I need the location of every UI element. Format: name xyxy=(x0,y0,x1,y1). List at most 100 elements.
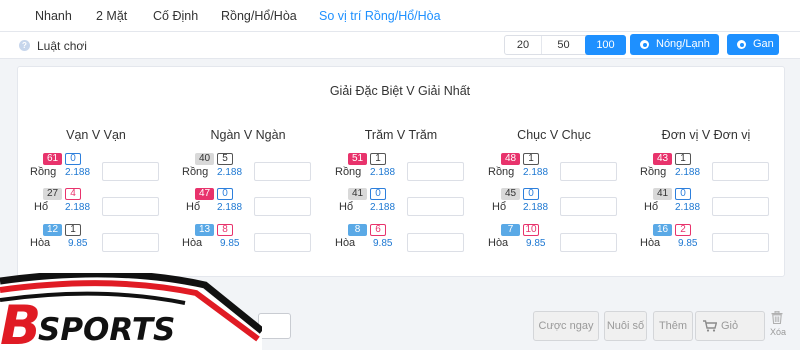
column-title: Trăm V Trăm xyxy=(364,128,438,142)
radio-icon xyxy=(737,40,746,49)
tab-rong-ho-hoa[interactable]: Rồng/Hổ/Hòa xyxy=(221,9,297,23)
count-badge: 40 xyxy=(195,153,214,165)
gan-label: Gan xyxy=(753,38,774,50)
bet-amount-input[interactable] xyxy=(407,233,464,252)
odds-value: 9.85 xyxy=(678,238,698,249)
odds-value: 9.85 xyxy=(68,238,88,249)
multiplier-input[interactable] xyxy=(258,313,291,339)
odds-value: 9.85 xyxy=(373,238,393,249)
bet-name: Hổ xyxy=(339,201,354,213)
count-badge: 13 xyxy=(195,224,214,236)
streak-badge: 1 xyxy=(65,224,81,236)
bet-name: Rồng xyxy=(30,166,57,178)
count-badge: 8 xyxy=(348,224,367,236)
count-badge: 16 xyxy=(653,224,672,236)
bet-amount-input[interactable] xyxy=(712,233,769,252)
count-badge: 47 xyxy=(195,188,214,200)
streak-badge: 1 xyxy=(523,153,539,165)
odds-value: 2.188 xyxy=(65,167,91,178)
odds-value: 2.188 xyxy=(217,202,243,213)
odds-value: 9.85 xyxy=(220,238,240,249)
bet-name: Rồng xyxy=(640,166,667,178)
tab-2-mat[interactable]: 2 Mặt xyxy=(96,9,127,23)
bet-amount-input[interactable] xyxy=(254,233,311,252)
tab-co-dinh[interactable]: Cố Định xyxy=(153,9,198,23)
odds-value: 2.188 xyxy=(65,202,91,213)
radio-icon xyxy=(640,40,649,49)
bet-name: Hổ xyxy=(644,201,659,213)
rules-link[interactable]: Luật chơi xyxy=(37,39,87,53)
count-badge: 27 xyxy=(43,188,62,200)
streak-badge: 0 xyxy=(675,188,691,200)
cart-icon xyxy=(703,320,717,332)
trash-icon[interactable] xyxy=(771,311,783,324)
tab-so-vi-tri[interactable]: So vị trí Rồng/Hổ/Hòa xyxy=(319,9,441,23)
bet-now-button[interactable]: Cược ngay xyxy=(533,311,599,341)
bet-amount-input[interactable] xyxy=(407,162,464,181)
streak-badge: 10 xyxy=(523,224,539,236)
bet-amount-input[interactable] xyxy=(102,233,159,252)
column-title: Vạn V Vạn xyxy=(66,128,126,142)
streak-badge: 0 xyxy=(370,188,386,200)
amount-20[interactable]: 20 xyxy=(505,36,541,54)
tab-nhanh[interactable]: Nhanh xyxy=(35,9,72,23)
amount-50[interactable]: 50 xyxy=(542,36,585,54)
count-badge: 12 xyxy=(43,224,62,236)
odds-value: 2.188 xyxy=(370,202,396,213)
add-to-cart-button[interactable]: Thêm xyxy=(653,311,693,341)
odds-value: 2.188 xyxy=(217,167,243,178)
count-badge: 41 xyxy=(653,188,672,200)
odds-value: 2.188 xyxy=(523,202,549,213)
bet-amount-input[interactable] xyxy=(712,162,769,181)
bet-amount-input[interactable] xyxy=(560,197,617,216)
amount-100[interactable]: 100 xyxy=(585,35,626,55)
help-icon[interactable]: ? xyxy=(19,40,30,51)
odds-value: 2.188 xyxy=(370,167,396,178)
streak-badge: 6 xyxy=(370,224,386,236)
bet-amount-input[interactable] xyxy=(712,197,769,216)
streak-badge: 0 xyxy=(65,153,81,165)
streak-badge: 4 xyxy=(65,188,81,200)
odds-value: 2.188 xyxy=(523,167,549,178)
streak-badge: 0 xyxy=(523,188,539,200)
streak-badge: 5 xyxy=(217,153,233,165)
bet-name: Hổ xyxy=(34,201,49,213)
hot-cold-button[interactable]: Nóng/Lạnh xyxy=(630,34,719,55)
bet-amount-input[interactable] xyxy=(254,197,311,216)
logo-b: B xyxy=(0,294,41,350)
streak-badge: 0 xyxy=(217,188,233,200)
odds-value: 2.188 xyxy=(675,167,701,178)
panel-title: Giải Đặc Biệt V Giải Nhất xyxy=(329,84,471,98)
bet-name: Hổ xyxy=(492,201,507,213)
column-title: Đơn vị V Đơn vị xyxy=(661,128,751,142)
bet-amount-input[interactable] xyxy=(102,197,159,216)
bet-name: Hòa xyxy=(30,237,51,249)
count-badge: 51 xyxy=(348,153,367,165)
streak-badge: 2 xyxy=(675,224,691,236)
bet-amount-input[interactable] xyxy=(560,162,617,181)
count-badge: 61 xyxy=(43,153,62,165)
bet-name: Hổ xyxy=(186,201,201,213)
streak-badge: 8 xyxy=(217,224,233,236)
bet-name: Rồng xyxy=(182,166,209,178)
bet-name: Hòa xyxy=(182,237,203,249)
streak-badge: 1 xyxy=(370,153,386,165)
bet-amount-input[interactable] xyxy=(102,162,159,181)
bet-name: Rồng xyxy=(335,166,362,178)
odds-value: 2.188 xyxy=(675,202,701,213)
count-badge: 48 xyxy=(501,153,520,165)
delete-label: Xóa xyxy=(770,327,787,337)
count-badge: 41 xyxy=(348,188,367,200)
count-badge: 45 xyxy=(501,188,520,200)
bet-amount-input[interactable] xyxy=(407,197,464,216)
nuoi-so-button[interactable]: Nuôi số xyxy=(604,311,647,341)
bet-amount-input[interactable] xyxy=(560,233,617,252)
odds-value: 9.85 xyxy=(526,238,546,249)
streak-badge: 1 xyxy=(675,153,691,165)
bet-name: Hòa xyxy=(640,237,661,249)
bet-amount-input[interactable] xyxy=(254,162,311,181)
count-badge: 43 xyxy=(653,153,672,165)
bet-name: Hòa xyxy=(335,237,356,249)
bsports-logo: B SPORTS xyxy=(0,273,262,350)
gan-button[interactable]: Gan xyxy=(727,34,779,55)
